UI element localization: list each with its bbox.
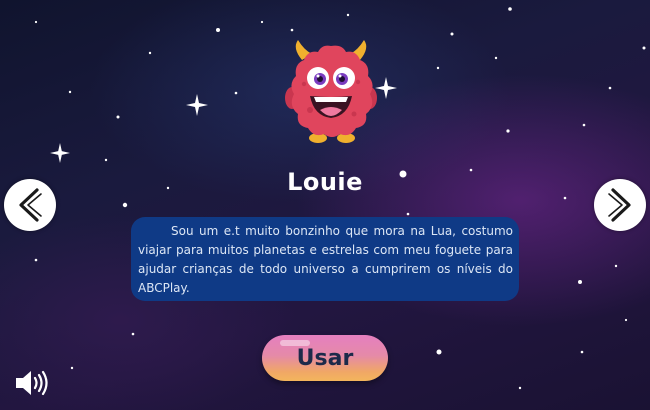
previous-character-button[interactable] xyxy=(4,179,56,231)
next-character-button[interactable] xyxy=(594,179,646,231)
button-shine xyxy=(280,340,310,346)
sparkle-icon xyxy=(186,94,208,116)
character-description: Sou um e.t muito bonzinho que mora na Lu… xyxy=(131,217,519,301)
use-button-label: Usar xyxy=(296,345,354,371)
chevron-left-icon xyxy=(19,188,42,222)
speaker-icon[interactable] xyxy=(14,368,50,398)
use-character-button[interactable]: Usar xyxy=(262,335,388,381)
sparkle-icon xyxy=(375,77,397,99)
sparkle-icon xyxy=(50,143,70,163)
chevron-right-icon xyxy=(608,188,631,222)
monster-icon xyxy=(285,40,377,143)
character-name: Louie xyxy=(287,168,363,196)
